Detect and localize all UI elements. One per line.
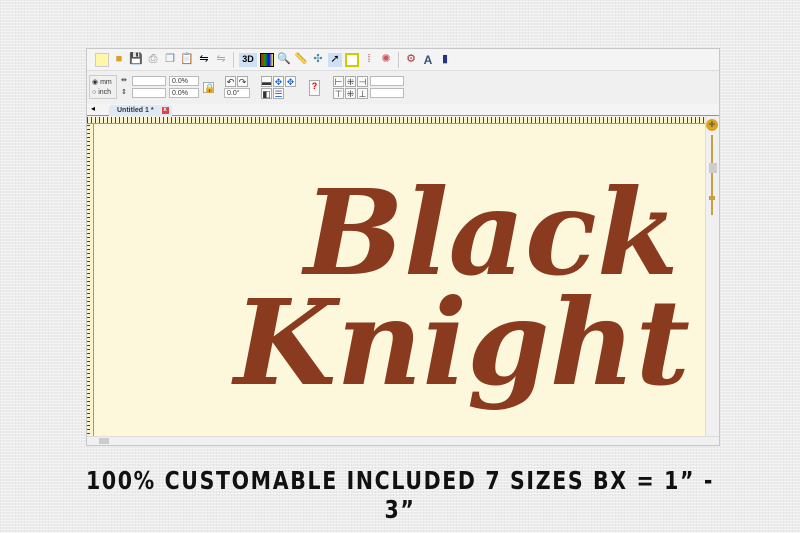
network-icon[interactable]: ✺ (379, 53, 393, 67)
align-top-button[interactable]: ▬ (261, 76, 272, 87)
toolbar-divider (233, 51, 234, 68)
tab-scroll-left[interactable]: ◂ (91, 104, 95, 113)
align-center-h-button[interactable]: ⁜ (345, 76, 356, 87)
align-y-input[interactable] (370, 88, 404, 98)
text-icon[interactable]: A (421, 53, 435, 67)
mirror-icon[interactable]: ⇋ (197, 53, 211, 67)
properties-bar: ◉ mm ○ inch ⇹ ⇕ 0.0% 0.0% 🔒 ↶ ↷ 0.0° ▬ ✥… (87, 73, 719, 103)
color-chart-icon[interactable] (260, 52, 274, 67)
main-toolbar: ■ 💾 ⎙ ❐ 📋 ⇋ ⇋ 3D 🔍 📏 ✣ ➚ ⁞ ✺ ⚙ A ▮ (87, 49, 719, 71)
align-center-v-button[interactable]: ⁜ (345, 88, 356, 99)
new-icon[interactable] (95, 52, 109, 67)
unit-inch-label: inch (98, 89, 112, 96)
help-icon[interactable]: ? (309, 80, 320, 96)
mirror-disabled-icon: ⇋ (216, 53, 226, 65)
horizontal-scrollbar[interactable] (87, 436, 719, 445)
close-tab-icon[interactable]: x (161, 107, 169, 114)
rotate-left-button[interactable]: ↶ (225, 76, 236, 87)
width-icon: ⇹ (121, 77, 127, 84)
open-icon[interactable]: ■ (112, 53, 126, 67)
color-sequence-icon[interactable]: ⁞ (362, 53, 376, 67)
vertical-scrollbar[interactable]: ✛ (705, 117, 719, 438)
unit-mm-radio[interactable]: ◉ mm (92, 78, 112, 86)
unit-inch-radio[interactable]: ○ inch (92, 89, 111, 96)
export-icon[interactable]: ▮ (438, 53, 452, 67)
paste-icon[interactable]: 📋 (180, 53, 194, 67)
height-input[interactable] (132, 88, 166, 98)
3d-view-icon[interactable]: 3D (239, 52, 257, 67)
select-icon[interactable]: ➚ (328, 52, 342, 67)
document-tabs: ◂ Untitled 1 * x (87, 104, 719, 116)
print-icon[interactable]: ⎙ (146, 53, 160, 67)
tab-title: Untitled 1 * (117, 107, 154, 114)
rotate-right-button[interactable]: ↷ (237, 76, 248, 87)
zoom-icon[interactable]: 🔍 (277, 53, 291, 67)
width-percent-input[interactable]: 0.0% (169, 76, 199, 86)
unit-mm-label: mm (100, 79, 112, 86)
properties-icon[interactable] (345, 52, 359, 67)
rotation-angle-input[interactable]: 0.0° (224, 88, 250, 98)
align-right-button[interactable]: ⊣ (357, 76, 368, 87)
horizontal-ruler (87, 117, 707, 124)
align-x-input[interactable] (370, 76, 404, 86)
align-top2-button[interactable]: ⊤ (333, 88, 344, 99)
height-icon: ⇕ (121, 89, 127, 96)
design-text-knight: Knight (231, 273, 690, 412)
copy-icon[interactable]: ❐ (163, 53, 177, 67)
h-scroll-thumb[interactable] (99, 438, 109, 444)
align-left-button[interactable]: ⊢ (333, 76, 344, 87)
settings-icon[interactable]: ⚙ (404, 53, 418, 67)
compass-icon[interactable]: ✛ (706, 119, 718, 131)
tab-untitled-1[interactable]: Untitled 1 * x (109, 105, 172, 116)
half-fill-button[interactable]: ◧ (261, 88, 272, 99)
embroidery-design: Black Knight (231, 163, 690, 412)
zoom-slider-handle[interactable] (709, 196, 715, 200)
align-bottom-button[interactable]: ⊥ (357, 88, 368, 99)
promo-caption: 100% CUSTOMABLE INCLUDED 7 SIZES BX = 1”… (85, 466, 715, 524)
embroidery-app-window: ■ 💾 ⎙ ❐ 📋 ⇋ ⇋ 3D 🔍 📏 ✣ ➚ ⁞ ✺ ⚙ A ▮ ◉ mm … (86, 48, 720, 446)
save-icon[interactable]: 💾 (129, 53, 143, 67)
center-vertical-button[interactable]: ✥ (285, 76, 296, 87)
unit-selector: ◉ mm ○ inch (89, 75, 117, 99)
zoom-slider[interactable] (711, 135, 713, 215)
ruler-icon[interactable]: 📏 (294, 53, 308, 67)
scroll-thumb[interactable] (709, 163, 717, 173)
width-input[interactable] (132, 76, 166, 86)
design-canvas[interactable]: Black Knight (94, 124, 707, 438)
toolbar-divider (398, 51, 399, 68)
distribute-button[interactable]: ☰ (273, 88, 284, 99)
center-button[interactable]: ✥ (273, 76, 284, 87)
lock-ratio-button[interactable]: 🔒 (203, 82, 215, 93)
vertical-ruler (87, 124, 94, 438)
stitch-icon[interactable]: ✣ (311, 53, 325, 67)
height-percent-input[interactable]: 0.0% (169, 88, 199, 98)
